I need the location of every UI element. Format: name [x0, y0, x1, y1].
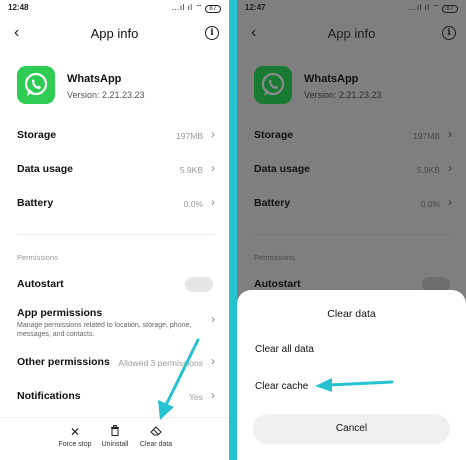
tutorial-arrow-pointer [158, 338, 200, 420]
app-info-screen: 12:48 …ıl ıl ⌔ 87 ‹ App info i WhatsApp V… [0, 0, 229, 460]
tutorial-arrow-pointer [315, 378, 394, 392]
app-info-screen-with-dialog: 12:47 …ıl ıl ⌔ 87 ‹ App info i WhatsApp V… [237, 0, 466, 460]
